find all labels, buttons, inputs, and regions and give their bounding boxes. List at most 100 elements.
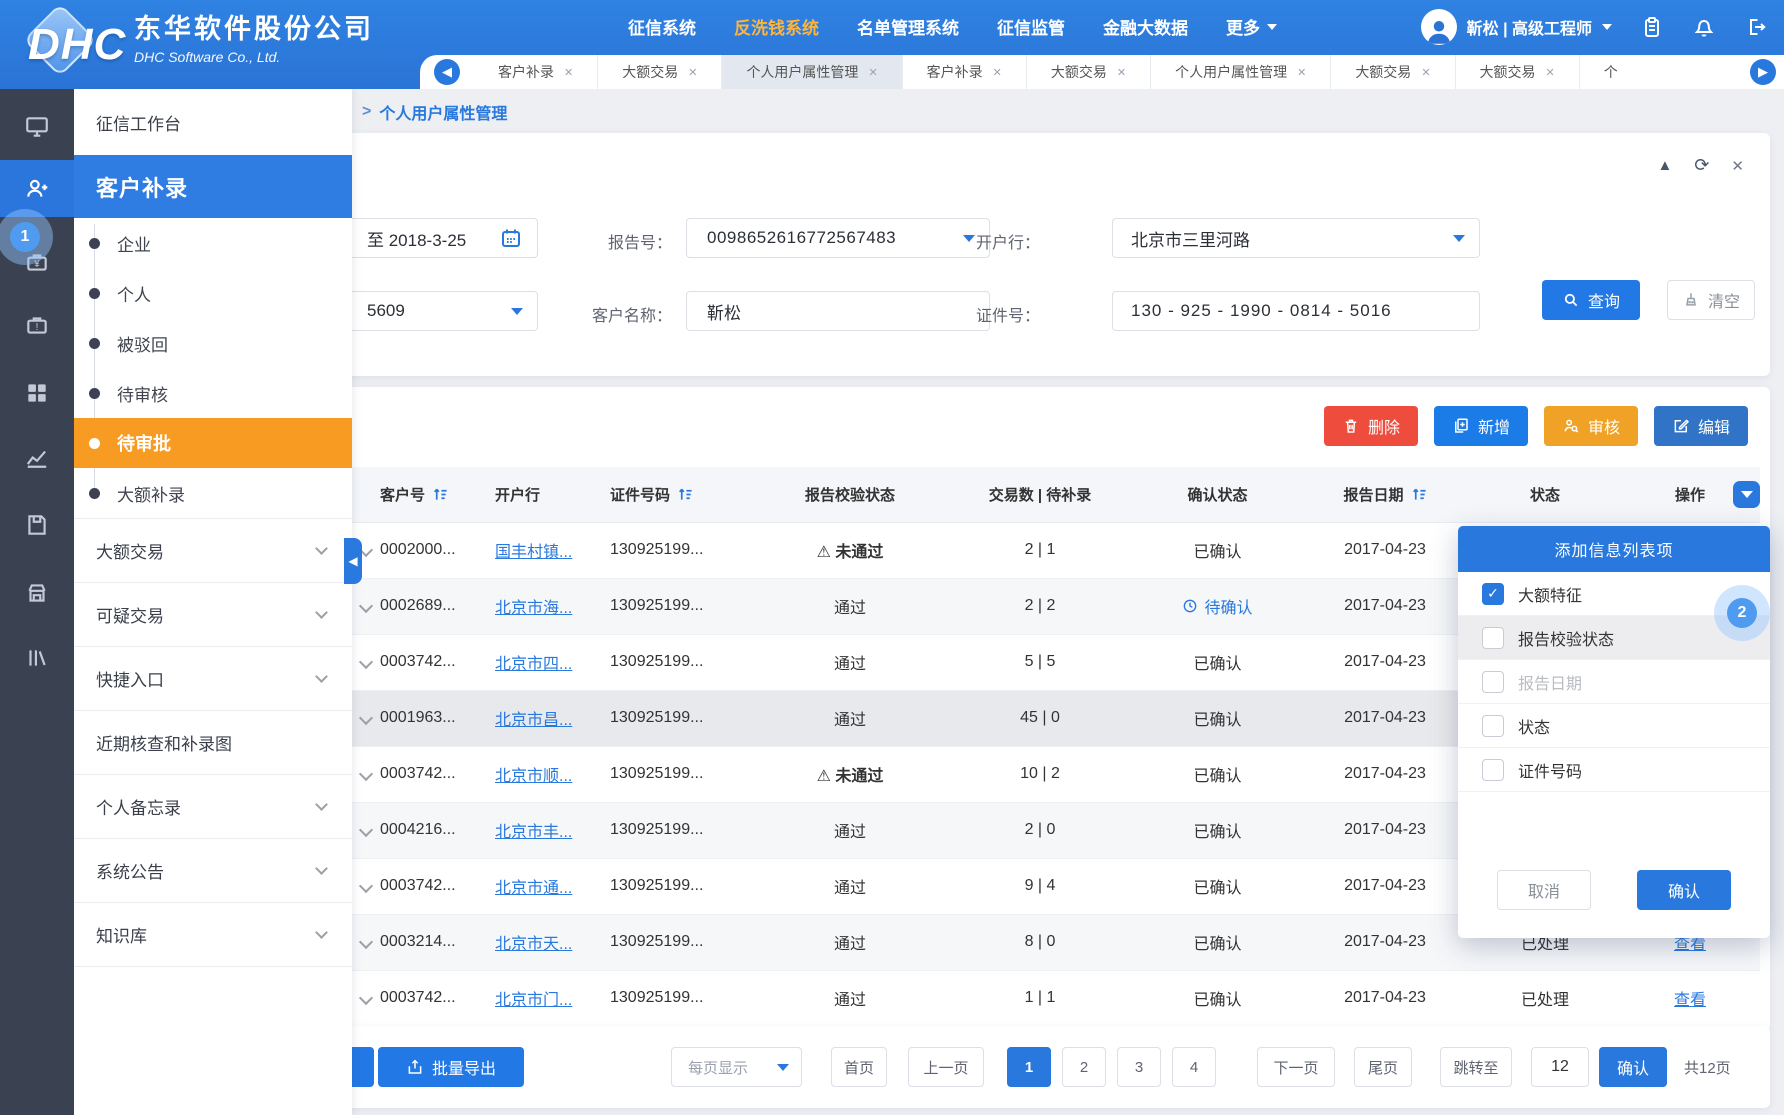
bank-link[interactable]: 北京市昌... bbox=[495, 712, 572, 729]
cert-no-input[interactable] bbox=[1131, 301, 1479, 321]
bank-select[interactable]: 北京市三里河路 bbox=[1112, 218, 1480, 258]
sort-icon[interactable] bbox=[678, 487, 693, 502]
menu-section-system-notice[interactable]: 系统公告 bbox=[74, 839, 352, 903]
audit-button[interactable]: 审核 bbox=[1544, 406, 1638, 446]
row-expand-icon[interactable] bbox=[359, 655, 373, 669]
checkbox-icon[interactable] bbox=[1482, 627, 1504, 649]
page-4-button[interactable]: 4 bbox=[1172, 1047, 1216, 1087]
close-icon[interactable]: ✕ bbox=[1421, 66, 1430, 79]
submenu-rejected[interactable]: 被驳回 bbox=[74, 318, 352, 368]
panel-item-status[interactable]: 状态 bbox=[1458, 704, 1770, 748]
apps-grid-icon[interactable] bbox=[24, 380, 50, 406]
workbench-monitor-icon[interactable] bbox=[24, 114, 50, 140]
tab-personal-user-attr-2[interactable]: 个人用户属性管理✕ bbox=[1151, 55, 1331, 89]
close-icon[interactable]: ✕ bbox=[564, 66, 573, 79]
calendar-icon[interactable] bbox=[499, 226, 523, 250]
row-expand-icon[interactable] bbox=[359, 823, 373, 837]
sidebar-collapse-handle[interactable]: ◀ bbox=[344, 538, 362, 584]
bank-link[interactable]: 北京市门... bbox=[495, 992, 572, 1009]
submenu-pending-approval-active[interactable]: 待审批 bbox=[74, 418, 352, 468]
shop-icon[interactable] bbox=[24, 580, 50, 606]
panel-item-large-feature[interactable]: ✓ 大额特征 bbox=[1458, 572, 1770, 616]
tab-customer-supplement-2[interactable]: 客户补录✕ bbox=[903, 55, 1027, 89]
menu-item-workbench[interactable]: 征信工作台 bbox=[74, 89, 352, 155]
close-icon[interactable]: ✕ bbox=[1297, 66, 1306, 79]
menu-section-personal-memo[interactable]: 个人备忘录 bbox=[74, 775, 352, 839]
nav-finance-bigdata[interactable]: 金融大数据 bbox=[1103, 14, 1188, 39]
bank-link[interactable]: 北京市天... bbox=[495, 936, 572, 953]
bank-link[interactable]: 国丰村镇... bbox=[495, 544, 572, 561]
line-chart-icon[interactable] bbox=[24, 444, 50, 470]
delete-button[interactable]: 删除 bbox=[1324, 406, 1418, 446]
menu-group-customer-supplement[interactable]: 客户补录 bbox=[74, 155, 352, 218]
row-expand-icon[interactable] bbox=[359, 711, 373, 725]
checkbox-icon[interactable] bbox=[1482, 715, 1504, 737]
tab-partial[interactable]: 个 bbox=[1580, 55, 1642, 89]
bank-link[interactable]: 北京市顺... bbox=[495, 768, 572, 785]
clear-button[interactable]: 清空 bbox=[1667, 280, 1755, 320]
user-menu[interactable]: 靳松 | 高级工程师 bbox=[1421, 9, 1612, 45]
date-to-field[interactable]: 至 2018-3-25 bbox=[330, 218, 538, 258]
refresh-icon[interactable]: ⟳ bbox=[1694, 155, 1709, 176]
menu-section-large-transaction[interactable]: 大额交易 bbox=[74, 519, 352, 583]
nav-aml-system[interactable]: 反洗钱系统 bbox=[734, 14, 819, 39]
save-icon[interactable] bbox=[24, 512, 50, 538]
batch-export-button[interactable]: 批量导出 bbox=[378, 1047, 524, 1087]
jump-confirm-button[interactable]: 确认 bbox=[1599, 1047, 1667, 1087]
close-icon[interactable]: ✕ bbox=[868, 66, 877, 79]
menu-section-recent-chart[interactable]: 近期核查和补录图 bbox=[74, 711, 352, 775]
truncated-select[interactable]: 5609 bbox=[330, 291, 538, 331]
bank-link[interactable]: 北京市通... bbox=[495, 880, 572, 897]
edit-button[interactable]: 编辑 bbox=[1654, 406, 1748, 446]
money-case-icon[interactable]: ¥ bbox=[24, 249, 50, 275]
menu-section-suspicious-transaction[interactable]: 可疑交易 bbox=[74, 583, 352, 647]
bank-link[interactable]: 北京市四... bbox=[495, 656, 572, 673]
nav-more[interactable]: 更多 bbox=[1226, 14, 1277, 39]
table-row[interactable]: 0003742... 北京市门... 130925199... 通过 1 | 1… bbox=[352, 970, 1760, 1026]
clipboard-icon[interactable] bbox=[1640, 15, 1664, 39]
submenu-pending-review[interactable]: 待审核 bbox=[74, 368, 352, 418]
tab-personal-user-attr-active[interactable]: 个人用户属性管理✕ bbox=[722, 55, 902, 89]
logout-icon[interactable] bbox=[1744, 15, 1768, 39]
sort-icon[interactable] bbox=[1412, 487, 1427, 502]
sort-icon[interactable] bbox=[433, 487, 448, 502]
submenu-personal[interactable]: 个人 bbox=[74, 268, 352, 318]
page-2-button[interactable]: 2 bbox=[1062, 1047, 1106, 1087]
bank-link[interactable]: 北京市丰... bbox=[495, 824, 572, 841]
close-icon[interactable]: ✕ bbox=[1117, 66, 1126, 79]
row-expand-icon[interactable] bbox=[359, 991, 373, 1005]
close-icon[interactable]: ✕ bbox=[1546, 66, 1555, 79]
bell-icon[interactable] bbox=[1692, 15, 1716, 39]
nav-credit-system[interactable]: 征信系统 bbox=[628, 14, 696, 39]
tab-large-transaction-1[interactable]: 大额交易✕ bbox=[598, 55, 722, 89]
column-settings-button[interactable] bbox=[1733, 481, 1760, 508]
tab-large-transaction-4[interactable]: 大额交易✕ bbox=[1456, 55, 1580, 89]
panel-item-cert-no[interactable]: 证件号码 bbox=[1458, 748, 1770, 792]
row-expand-icon[interactable] bbox=[359, 599, 373, 613]
tab-customer-supplement-1[interactable]: 客户补录✕ bbox=[474, 55, 598, 89]
jump-page-input[interactable] bbox=[1531, 1047, 1589, 1087]
tab-scroll-right-icon[interactable]: ▶ bbox=[1750, 59, 1776, 85]
alert-case-icon[interactable]: ! bbox=[24, 312, 50, 338]
nav-credit-supervision[interactable]: 征信监管 bbox=[997, 14, 1065, 39]
next-page-button[interactable]: 下一页 bbox=[1257, 1047, 1335, 1087]
close-icon[interactable]: ✕ bbox=[688, 66, 697, 79]
panel-confirm-button[interactable]: 确认 bbox=[1637, 870, 1731, 910]
last-page-button[interactable]: 尾页 bbox=[1354, 1047, 1412, 1087]
close-icon[interactable]: ✕ bbox=[1731, 157, 1744, 175]
page-size-select[interactable]: 每页显示 bbox=[671, 1047, 802, 1087]
tab-large-transaction-2[interactable]: 大额交易✕ bbox=[1027, 55, 1151, 89]
checkbox-icon[interactable] bbox=[1482, 759, 1504, 781]
tab-large-transaction-3[interactable]: 大额交易✕ bbox=[1331, 55, 1455, 89]
page-1-button[interactable]: 1 bbox=[1007, 1047, 1051, 1087]
row-expand-icon[interactable] bbox=[359, 767, 373, 781]
collapse-up-icon[interactable]: ▲ bbox=[1657, 157, 1672, 174]
first-page-button[interactable]: 首页 bbox=[831, 1047, 887, 1087]
nav-list-mgmt[interactable]: 名单管理系统 bbox=[857, 14, 959, 39]
row-expand-icon[interactable] bbox=[359, 935, 373, 949]
tab-scroll-left-icon[interactable]: ◀ bbox=[434, 59, 460, 85]
library-books-icon[interactable] bbox=[24, 645, 50, 671]
prev-page-button[interactable]: 上一页 bbox=[908, 1047, 984, 1087]
panel-cancel-button[interactable]: 取消 bbox=[1497, 870, 1591, 910]
page-3-button[interactable]: 3 bbox=[1117, 1047, 1161, 1087]
